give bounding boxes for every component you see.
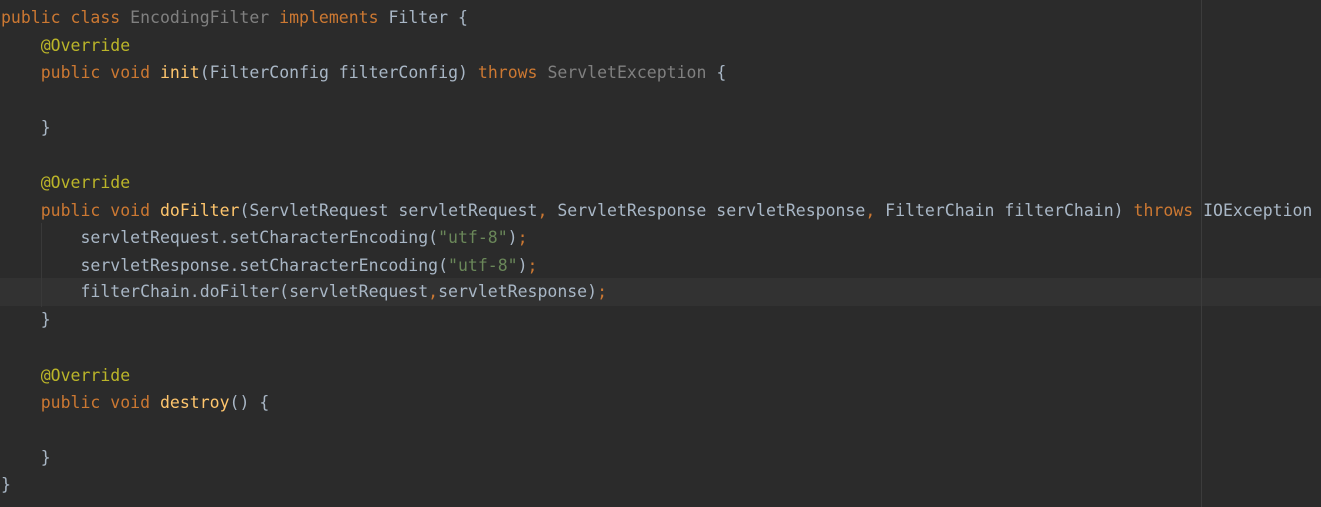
code-line-8[interactable]: public void doFilter(ServletRequest serv… bbox=[1, 197, 1313, 225]
semicolon: ; bbox=[527, 255, 538, 275]
keyword-implements: implements bbox=[279, 8, 379, 27]
param-request: (ServletRequest servletRequest bbox=[239, 200, 538, 220]
keyword-class: class bbox=[70, 8, 121, 27]
close-brace: } bbox=[40, 447, 51, 467]
close-paren: ) bbox=[507, 228, 518, 247]
string-literal: "utf-8" bbox=[438, 228, 508, 247]
open-brace: { bbox=[259, 393, 270, 412]
method-call: servletRequest.setCharacterEncoding( bbox=[80, 228, 439, 247]
annotation-override: @Override bbox=[40, 35, 131, 55]
keyword-public: public bbox=[1, 8, 61, 27]
method-params: () bbox=[229, 393, 250, 412]
code-line-15[interactable]: public void destroy() { bbox=[1, 389, 270, 417]
string-literal: "utf-8" bbox=[448, 255, 518, 275]
param-chain: FilterChain filterChain) bbox=[875, 200, 1124, 220]
class-name: EncodingFilter bbox=[130, 8, 270, 27]
method-call: filterChain.doFilter(servletRequest bbox=[80, 282, 429, 301]
code-line-11[interactable]: filterChain.doFilter(servletRequest,serv… bbox=[1, 278, 607, 306]
code-line-2[interactable]: @Override bbox=[1, 32, 130, 60]
code-line-9[interactable]: servletRequest.setCharacterEncoding("utf… bbox=[1, 224, 528, 252]
close-brace: } bbox=[40, 310, 51, 329]
comma: , bbox=[537, 200, 548, 220]
code-line-17[interactable]: } bbox=[1, 444, 51, 472]
semicolon: ; bbox=[517, 228, 528, 247]
keyword-public: public bbox=[40, 63, 101, 82]
code-line-3[interactable]: public void init(FilterConfig filterConf… bbox=[1, 59, 727, 87]
keyword-public: public bbox=[40, 200, 101, 220]
method-name-init: init bbox=[159, 63, 200, 82]
param-response: ServletResponse servletResponse bbox=[547, 200, 866, 220]
exception-type: IOException bbox=[1203, 200, 1313, 220]
method-params: (FilterConfig filterConfig) bbox=[199, 63, 468, 82]
close-paren: ) bbox=[517, 255, 528, 275]
method-name-destroy: destroy bbox=[159, 393, 230, 412]
close-brace: } bbox=[40, 118, 51, 137]
code-line-18[interactable]: } bbox=[1, 471, 11, 499]
keyword-throws: throws bbox=[477, 63, 538, 82]
code-editor[interactable]: public class EncodingFilter implements F… bbox=[0, 0, 1321, 507]
open-brace: { bbox=[716, 63, 727, 82]
semicolon: ; bbox=[597, 282, 607, 301]
method-args: servletResponse) bbox=[438, 282, 598, 301]
right-margin-guide bbox=[1201, 0, 1202, 507]
comma: , bbox=[865, 200, 876, 220]
code-line-5[interactable]: } bbox=[1, 114, 51, 142]
keyword-void: void bbox=[110, 393, 151, 412]
code-line-1[interactable]: public class EncodingFilter implements F… bbox=[1, 4, 468, 32]
method-name-dofilter: doFilter bbox=[159, 200, 240, 220]
annotation-override: @Override bbox=[40, 173, 131, 192]
keyword-throws: throws bbox=[1133, 200, 1194, 220]
comma: , bbox=[428, 282, 439, 301]
code-line-12[interactable]: } bbox=[1, 306, 51, 334]
annotation-override: @Override bbox=[40, 365, 131, 385]
exception-type: ServletException bbox=[547, 63, 707, 82]
close-brace: } bbox=[1, 475, 11, 494]
code-line-10[interactable]: servletResponse.setCharacterEncoding("ut… bbox=[1, 252, 537, 280]
keyword-void: void bbox=[110, 200, 151, 220]
code-line-7[interactable]: @Override bbox=[1, 169, 130, 197]
open-brace: { bbox=[458, 8, 468, 27]
interface-name: Filter bbox=[388, 8, 449, 27]
method-call: servletResponse.setCharacterEncoding( bbox=[80, 255, 449, 275]
keyword-public: public bbox=[40, 393, 101, 412]
code-line-14[interactable]: @Override bbox=[1, 362, 130, 390]
keyword-void: void bbox=[110, 63, 151, 82]
